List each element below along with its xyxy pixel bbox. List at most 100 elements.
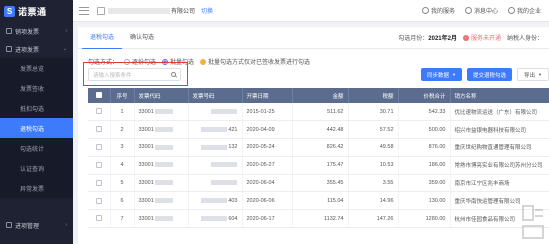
nav-group-input-management[interactable]: 进项管理 › <box>0 216 73 234</box>
action-buttons: 同步数据 ▼ 提交退税勾选 导出 ▼ <box>421 68 549 81</box>
row-checkbox[interactable] <box>88 103 111 122</box>
tab-confirm-check[interactable]: 确认勾选 <box>122 27 162 49</box>
cell-invoice-code: 33001 <box>134 191 189 211</box>
row-checkbox[interactable] <box>88 209 111 229</box>
redacted-text <box>201 144 228 150</box>
nav-group-input-invoices[interactable]: 进项发票 ⌄ <box>0 40 73 58</box>
table-row[interactable]: 7 33001 604 2020-06-17 1132.74 147.26 1280.00 杭… <box>88 209 549 229</box>
my-company-button[interactable]: 我的企业 <box>507 6 541 15</box>
cell-invoice-code-text: 33001 <box>138 180 154 187</box>
cell-invoice-code-text: 33001 <box>138 197 154 204</box>
cell-invoice-number-text: 132 <box>228 144 238 151</box>
top-header: 有限公司 切换 我的服务 消息中心 我的企业 <box>73 0 549 22</box>
nav-group-label: 进项发票 <box>15 47 40 54</box>
cell-amount: 355.45 <box>292 174 349 193</box>
table-row[interactable]: 1 33001 2015-01-25 511.62 30.71 542.33 优比速物流运送… <box>88 103 549 122</box>
cell-invoice-date-text: 2020-05-27 <box>246 162 275 169</box>
brand-logo[interactable]: S 诺票通 <box>0 0 73 22</box>
caret-down-icon: ▼ <box>452 72 456 77</box>
sync-data-button[interactable]: 同步数据 ▼ <box>421 68 462 81</box>
cell-invoice-number-text: 403 <box>228 197 238 204</box>
cell-index: 4 <box>110 156 135 175</box>
sidebar-item-abnormal-invoices[interactable]: 异常发票 <box>0 178 73 198</box>
menu-collapse-icon[interactable] <box>79 6 89 15</box>
checkbox-icon <box>95 197 102 204</box>
export-label: 导出 <box>524 72 536 79</box>
my-company-label: 我的企业 <box>516 9 541 15</box>
switch-company-link[interactable]: 切换 <box>201 6 213 15</box>
table-row[interactable]: 4 33001 2020-05-27 175.47 10.53 186.00 常熟市博亮实业… <box>88 156 549 175</box>
submit-refund-check-button[interactable]: 提交退税勾选 <box>467 68 513 81</box>
checkbox-icon <box>95 108 102 115</box>
cell-invoice-code: 33001 <box>134 103 189 122</box>
cell-amount-text: 115.04 <box>327 197 344 204</box>
row-checkbox[interactable] <box>88 138 111 157</box>
table-row[interactable]: 2 33001 421 2020-04-09 442.48 57.52 500.00 绍兴市益… <box>88 120 549 140</box>
row-checkbox[interactable] <box>88 174 111 193</box>
sidebar-item-deduction-check[interactable]: 抵扣勾选 <box>0 98 73 118</box>
redacted-text <box>201 197 228 203</box>
row-checkbox[interactable] <box>88 191 111 211</box>
select-all-checkbox[interactable] <box>88 88 111 103</box>
sidebar-item-invoice-signing[interactable]: 发票签收 <box>0 78 73 98</box>
column-header[interactable]: 销方名称 <box>450 88 549 103</box>
cell-invoice-number: 403 <box>188 191 243 211</box>
table-row[interactable]: 6 33001 403 2020-06-06 115.04 14.96 130.00 重庆华南… <box>88 191 549 211</box>
row-checkbox[interactable] <box>88 156 111 175</box>
cell-invoice-code-text: 33001 <box>138 144 154 151</box>
tab-tax-refund-check[interactable]: 退税勾选 <box>82 27 123 49</box>
cell-total-text: 876.00 <box>428 144 446 151</box>
chevron-right-icon: › <box>65 28 67 34</box>
cell-invoice-number-text: 421 <box>228 126 238 133</box>
column-header-sortable[interactable]: 开票日期 <box>242 88 293 103</box>
row-checkbox[interactable] <box>88 120 111 140</box>
service-icon <box>421 7 429 14</box>
cell-tax: 14.96 <box>348 191 399 211</box>
sidebar-item-check-statistics[interactable]: 勾选统计 <box>0 138 73 158</box>
sidebar-item-invoice-overview[interactable]: 发票总览 <box>0 58 73 78</box>
folder-icon <box>6 222 12 228</box>
my-service-button[interactable]: 我的服务 <box>421 6 455 15</box>
cell-total: 876.00 <box>398 138 451 157</box>
export-button[interactable]: 导出 ▼ <box>517 68 549 81</box>
nav-group-sales-invoices[interactable]: 销项发票 › <box>0 22 73 40</box>
chevron-right-icon: › <box>65 222 67 228</box>
invoice-icon <box>6 46 12 52</box>
cell-invoice-number: 604 <box>188 209 243 229</box>
cell-tax-text: 49.58 <box>379 144 394 151</box>
sidebar: S 诺票通 销项发票 › 进项发票 ⌄ 发票总览 发票签收 抵扣勾选 退税勾选 … <box>0 0 73 244</box>
cell-seller-name-text: 常熟市博亮实业有限公司苏州分公司 <box>454 163 543 170</box>
search-placeholder: 请输入搜索条件 <box>93 72 132 79</box>
column-header[interactable]: 序号 <box>110 88 135 103</box>
cell-total-text: 1280.00 <box>425 215 446 222</box>
sidebar-item-certification-query[interactable]: 认证查询 <box>0 158 73 178</box>
table-row[interactable]: 3 33001 132 2020-05-24 826.42 49.58 876.00 重庆世纪… <box>88 138 549 157</box>
cell-total-text: 186.00 <box>428 162 446 169</box>
cell-tax-text: 30.71 <box>379 108 394 115</box>
cell-seller-name-text: 重庆世纪购物直通管理有限公司 <box>454 145 532 152</box>
cell-index-text: 4 <box>120 162 124 169</box>
period-label: 勾选月份：2021年2月 <box>398 33 457 42</box>
column-header[interactable]: 税额 <box>348 88 399 103</box>
cell-amount-text: 175.47 <box>326 162 344 169</box>
user-icon <box>507 7 515 14</box>
cell-invoice-number: 421 <box>188 120 243 140</box>
column-header[interactable]: 发票代码 <box>134 88 189 103</box>
message-center-button[interactable]: 消息中心 <box>464 6 498 15</box>
search-input[interactable]: 请输入搜索条件 <box>88 68 181 81</box>
cell-amount: 826.42 <box>292 138 349 157</box>
cell-invoice-date: 2020-05-24 <box>242 138 293 157</box>
cell-index-text: 1 <box>120 108 124 115</box>
column-header[interactable]: 金额 <box>292 88 349 103</box>
cell-total-text: 500.00 <box>428 126 446 133</box>
cell-invoice-date: 2020-04-09 <box>242 120 293 140</box>
search-icon[interactable] <box>171 72 176 77</box>
sidebar-item-tax-refund-check[interactable]: 退税勾选 <box>0 118 73 138</box>
column-header[interactable]: 发票号码 <box>188 88 243 103</box>
taxpayer-identity-label: 纳税人身份： <box>506 36 543 42</box>
table-row[interactable]: 5 33001 2020-06-04 355.45 3.55 359.00 南京市江宁区兆丰… <box>88 174 549 193</box>
cell-tax: 30.71 <box>348 103 399 122</box>
cell-index: 7 <box>110 209 135 229</box>
chevron-down-icon: ⌄ <box>62 46 67 52</box>
column-header[interactable]: 价税合计 <box>398 88 451 103</box>
